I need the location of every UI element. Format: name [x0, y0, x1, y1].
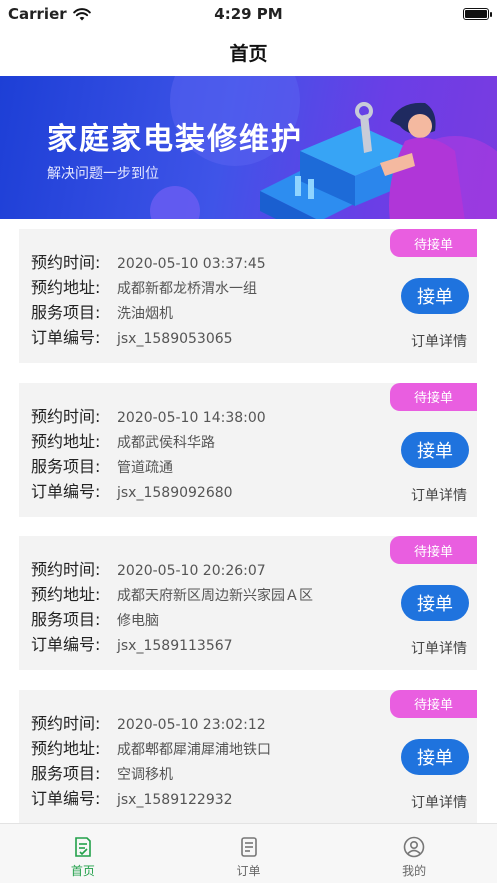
order-service-value: 修电脑: [117, 613, 159, 629]
order-service-value: 管道疏通: [117, 459, 173, 476]
status-badge: 待接单: [390, 229, 477, 257]
order-service-label: 服务项目:: [31, 303, 101, 322]
order-number-value: jsx_1589122932: [117, 791, 233, 808]
order-card: 待接单 预约时间: 2020-05-10 03:37:45 预约地址: 成都新都…: [19, 229, 477, 363]
order-time-row: 预约时间: 2020-05-10 20:26:07: [31, 556, 266, 580]
banner-title: 家庭家电装修维护: [47, 122, 303, 157]
order-detail-link[interactable]: 订单详情: [411, 331, 467, 351]
order-address-label: 预约地址:: [31, 278, 101, 297]
tab-bar: 首页 订单 我的: [0, 823, 497, 883]
order-card: 待接单 预约时间: 2020-05-10 14:38:00 预约地址: 成都武侯…: [19, 382, 477, 517]
order-time-label: 预约时间:: [31, 713, 101, 733]
order-time-value: 2020-05-10 23:02:12: [117, 716, 266, 733]
order-number-value: jsx_1589092680: [117, 484, 233, 501]
order-detail-link[interactable]: 订单详情: [411, 792, 467, 812]
order-card: 待接单 预约时间: 2020-05-10 23:02:12 预约地址: 成都郫都…: [19, 689, 477, 824]
order-number-value: jsx_1589113567: [117, 638, 233, 654]
order-address-row: 预约地址: 成都新都龙桥渭水一组: [31, 274, 257, 298]
profile-icon: [403, 836, 425, 858]
order-number-row: 订单编号: jsx_1589122932: [31, 785, 233, 809]
tab-profile[interactable]: 我的: [331, 824, 497, 883]
banner[interactable]: 家庭家电装修维护 解决问题一步到位: [0, 76, 497, 219]
order-time-value: 2020-05-10 03:37:45: [117, 256, 266, 272]
order-address-label: 预约地址:: [31, 585, 101, 604]
order-time-row: 预约时间: 2020-05-10 14:38:00: [31, 403, 266, 427]
accept-order-button[interactable]: 接单: [401, 738, 469, 775]
order-address-row: 预约地址: 成都天府新区周边新兴家园Ａ区: [31, 581, 313, 605]
order-service-row: 服务项目: 修电脑: [31, 606, 159, 630]
order-number-label: 订单编号:: [31, 481, 101, 501]
order-detail-link[interactable]: 订单详情: [411, 485, 467, 505]
order-time-value: 2020-05-10 14:38:00: [117, 409, 266, 426]
order-address-row: 预约地址: 成都郫都犀浦犀浦地铁口: [31, 735, 271, 759]
order-service-value: 空调移机: [117, 766, 173, 783]
order-number-row: 订单编号: jsx_1589053065: [31, 324, 233, 348]
order-service-row: 服务项目: 空调移机: [31, 760, 173, 784]
order-number-label: 订单编号:: [31, 788, 101, 808]
order-address-value: 成都天府新区周边新兴家园Ａ区: [117, 588, 313, 604]
order-service-row: 服务项目: 管道疏通: [31, 453, 173, 477]
banner-decoration: [150, 186, 200, 219]
tab-orders[interactable]: 订单: [166, 824, 332, 883]
order-address-row: 预约地址: 成都武侯科华路: [31, 428, 215, 452]
order-address-value: 成都新都龙桥渭水一组: [117, 281, 257, 297]
order-list-icon: [240, 837, 257, 857]
order-card: 待接单 预约时间: 2020-05-10 20:26:07 预约地址: 成都天府…: [19, 536, 477, 670]
home-order-icon: [75, 837, 91, 857]
tab-home[interactable]: 首页: [0, 824, 166, 883]
order-address-value: 成都武侯科华路: [117, 434, 215, 451]
order-address-label: 预约地址:: [31, 431, 101, 451]
carrier-group: Carrier: [8, 5, 91, 23]
status-badge: 待接单: [390, 382, 477, 411]
banner-subtitle: 解决问题一步到位: [47, 166, 159, 182]
status-bar: Carrier 4:29 PM: [0, 0, 497, 28]
carrier-label: Carrier: [8, 5, 67, 23]
order-address-label: 预约地址:: [31, 738, 101, 758]
order-time-label: 预约时间:: [31, 560, 101, 579]
page-title: 首页: [229, 42, 268, 65]
order-number-label: 订单编号:: [31, 328, 101, 347]
accept-order-button[interactable]: 接单: [401, 278, 469, 314]
order-time-label: 预约时间:: [31, 253, 101, 272]
nav-bar: 首页: [0, 28, 497, 76]
order-service-label: 服务项目:: [31, 763, 101, 783]
status-badge: 待接单: [390, 536, 477, 564]
order-address-value: 成都郫都犀浦犀浦地铁口: [117, 741, 271, 758]
order-service-value: 洗油烟机: [117, 306, 173, 322]
order-number-row: 订单编号: jsx_1589092680: [31, 478, 233, 502]
accept-order-button[interactable]: 接单: [401, 431, 469, 468]
order-time-row: 预约时间: 2020-05-10 03:37:45: [31, 249, 266, 273]
accept-order-button[interactable]: 接单: [401, 585, 469, 621]
tab-orders-label: 订单: [236, 864, 261, 878]
order-list: 待接单 预约时间: 2020-05-10 03:37:45 预约地址: 成都新都…: [19, 229, 477, 843]
order-time-label: 预约时间:: [31, 406, 101, 426]
order-detail-link[interactable]: 订单详情: [411, 638, 467, 658]
status-badge: 待接单: [390, 689, 477, 718]
order-number-label: 订单编号:: [31, 635, 101, 654]
order-time-value: 2020-05-10 20:26:07: [117, 563, 266, 579]
order-number-value: jsx_1589053065: [117, 331, 233, 347]
order-service-row: 服务项目: 洗油烟机: [31, 299, 173, 323]
order-service-label: 服务项目:: [31, 456, 101, 476]
order-time-row: 预约时间: 2020-05-10 23:02:12: [31, 710, 266, 734]
order-service-label: 服务项目:: [31, 610, 101, 629]
tab-home-label: 首页: [70, 864, 95, 878]
tab-profile-label: 我的: [402, 864, 427, 878]
wifi-icon: [72, 7, 91, 20]
battery-icon: [463, 8, 492, 20]
order-number-row: 订单编号: jsx_1589113567: [31, 631, 233, 655]
